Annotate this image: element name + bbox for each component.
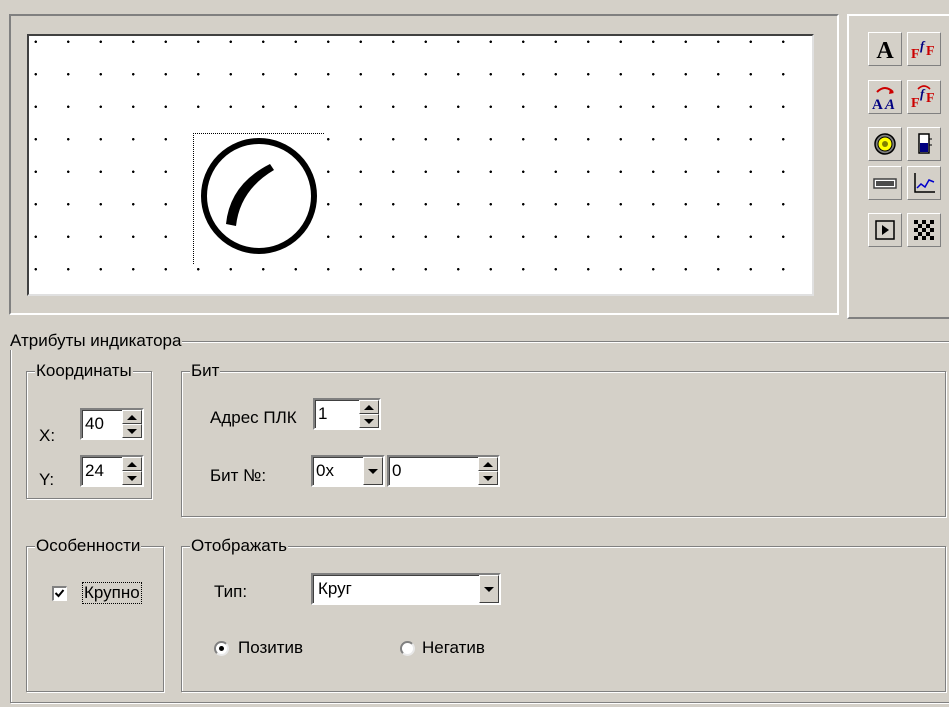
variable-text-tool-button[interactable]: A A	[868, 80, 902, 114]
bit-number-spinner[interactable]: 0	[387, 455, 500, 487]
svg-text:F: F	[911, 96, 920, 111]
chevron-up-icon	[364, 404, 374, 410]
bitmap-tool-button[interactable]	[907, 213, 941, 247]
font-replace-tool-button[interactable]: F f F	[907, 80, 941, 114]
plc-address-spinner[interactable]: 1	[313, 398, 381, 430]
negative-label: Негатив	[422, 638, 485, 657]
numeric-display-tool-button[interactable]	[868, 166, 902, 200]
chevron-up-icon	[483, 461, 493, 467]
y-up-button[interactable]	[122, 457, 142, 471]
coordinates-title: Координаты	[35, 361, 133, 380]
bit-prefix-dropdown-button[interactable]	[363, 457, 383, 485]
svg-text:F: F	[926, 91, 935, 106]
indicator-attributes-title: Атрибуты индикатора	[9, 331, 183, 350]
button-control-tool-button[interactable]	[868, 213, 902, 247]
font-format-icon: F f F	[911, 38, 935, 62]
bit-number-value: 0	[392, 461, 402, 480]
level-meter-icon	[918, 133, 932, 154]
y-coordinate-spinner[interactable]: 24	[80, 455, 144, 487]
large-checkbox[interactable]	[52, 586, 67, 601]
bitmap-icon	[914, 220, 934, 240]
svg-text:A: A	[884, 97, 895, 111]
display-group: Отображать	[181, 537, 946, 692]
variable-text-icon: A A	[872, 87, 895, 111]
bit-prefix-select[interactable]: 0x	[311, 455, 385, 487]
svg-text:F: F	[926, 44, 935, 59]
chevron-down-icon	[483, 475, 493, 481]
trend-chart-icon	[914, 173, 935, 193]
text-tool-button[interactable]: A	[868, 32, 902, 66]
positive-radio[interactable]	[214, 641, 229, 656]
chevron-down-icon	[127, 428, 137, 434]
design-canvas[interactable]	[27, 34, 814, 296]
font-replace-icon: F f F	[911, 85, 935, 111]
chevron-down-icon	[127, 475, 137, 481]
trend-chart-tool-button[interactable]	[907, 166, 941, 200]
button-control-icon	[875, 220, 895, 240]
y-label: Y:	[39, 470, 55, 489]
svg-text:A: A	[876, 38, 894, 62]
y-down-button[interactable]	[122, 471, 142, 485]
plc-address-label: Адрес ПЛК	[210, 408, 297, 427]
type-dropdown-button[interactable]	[479, 575, 499, 603]
bit-number-label: Бит №:	[210, 466, 267, 485]
level-meter-tool-button[interactable]	[907, 127, 941, 161]
chevron-down-icon	[368, 468, 378, 474]
bit-prefix-value: 0x	[316, 461, 334, 480]
type-label: Тип:	[214, 582, 248, 601]
x-down-button[interactable]	[122, 424, 142, 438]
x-coordinate-spinner[interactable]: 40	[80, 408, 144, 440]
font-format-tool-button[interactable]: F f F	[907, 32, 941, 66]
features-group: Особенности	[26, 537, 164, 692]
radio-selected-dot	[219, 646, 224, 651]
selected-indicator[interactable]	[193, 133, 325, 265]
type-value: Круг	[318, 579, 352, 598]
positive-label: Позитив	[238, 638, 304, 657]
indicator-lamp-tool-button[interactable]	[868, 127, 902, 161]
svg-text:F: F	[911, 47, 920, 62]
display-title: Отображать	[190, 536, 289, 555]
numeric-display-icon	[873, 178, 897, 189]
y-value: 24	[85, 461, 104, 480]
chevron-up-icon	[127, 414, 137, 420]
x-value: 40	[85, 414, 104, 433]
negative-radio[interactable]	[400, 641, 415, 656]
round-lamp-icon	[194, 134, 325, 265]
bit-title: Бит	[190, 361, 221, 380]
plc-address-up-button[interactable]	[359, 400, 379, 414]
checkmark-icon	[54, 589, 65, 598]
chevron-down-icon	[484, 586, 494, 592]
features-title: Особенности	[35, 536, 142, 555]
type-select[interactable]: Круг	[311, 573, 501, 605]
text-icon: A	[876, 38, 894, 62]
large-label[interactable]: Крупно	[82, 582, 142, 604]
chevron-up-icon	[127, 461, 137, 467]
x-up-button[interactable]	[122, 410, 142, 424]
bit-number-down-button[interactable]	[478, 471, 498, 485]
bit-number-up-button[interactable]	[478, 457, 498, 471]
plc-address-down-button[interactable]	[359, 414, 379, 428]
indicator-lamp-icon	[874, 133, 896, 155]
chevron-down-icon	[364, 418, 374, 424]
bit-group: Бит	[181, 362, 946, 517]
svg-text:A: A	[872, 97, 883, 111]
x-label: X:	[39, 426, 56, 445]
plc-address-value: 1	[318, 404, 328, 423]
